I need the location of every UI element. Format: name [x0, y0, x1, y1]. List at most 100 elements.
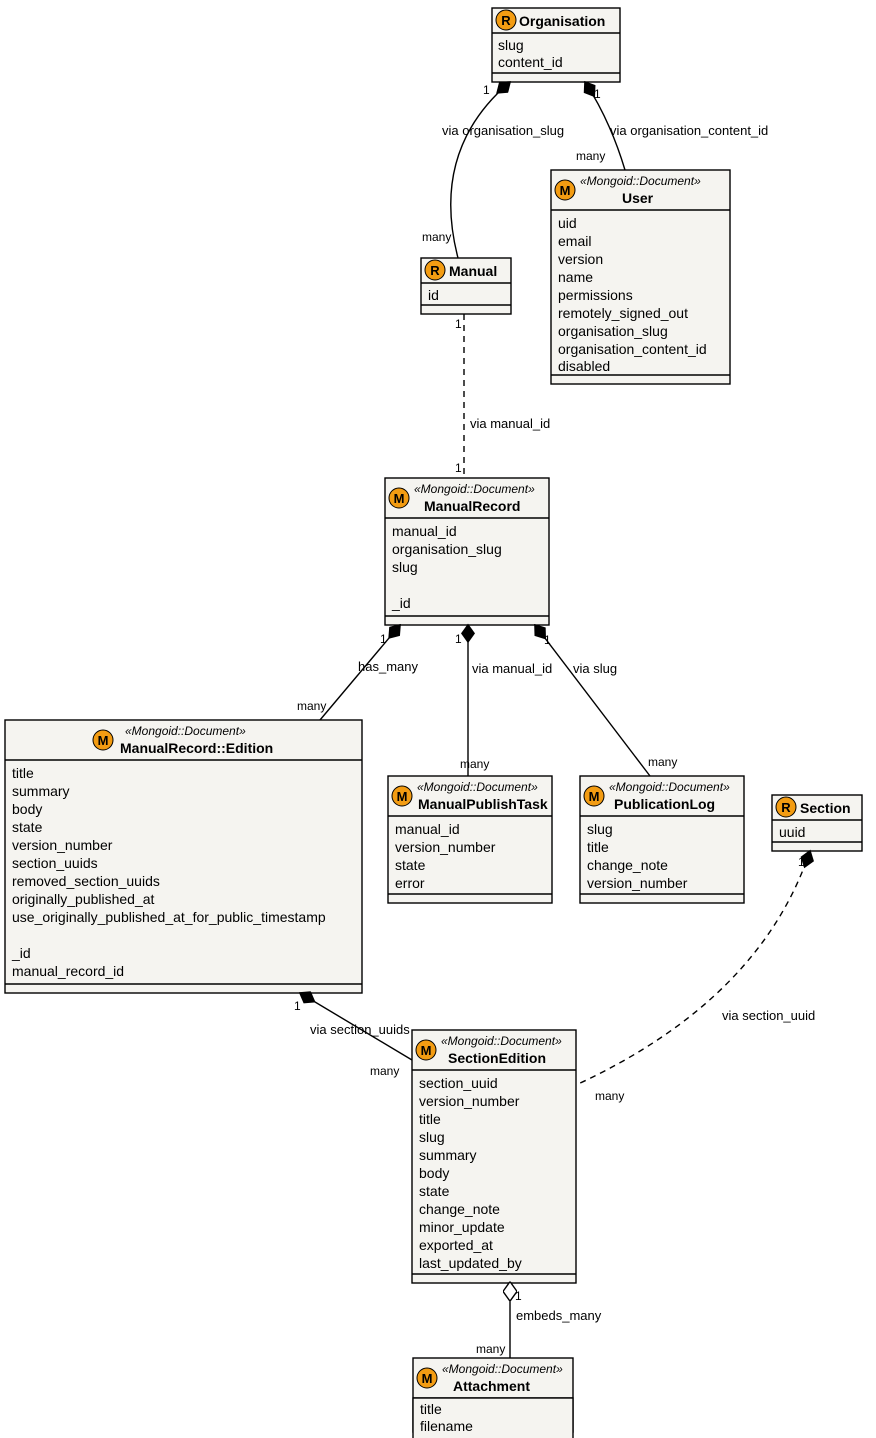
attr: name: [558, 269, 593, 285]
attr: disabled: [558, 358, 610, 374]
attr: summary: [12, 783, 70, 799]
mult: many: [297, 699, 326, 713]
attr: organisation_content_id: [558, 341, 707, 357]
mult: many: [476, 1342, 505, 1356]
attr: section_uuids: [12, 855, 98, 871]
attr: version_number: [395, 839, 496, 855]
attr: permissions: [558, 287, 633, 303]
attr: manual_record_id: [12, 963, 124, 979]
attr: error: [395, 875, 425, 891]
class-title: PublicationLog: [614, 796, 715, 812]
class-title: Organisation: [519, 13, 605, 29]
class-user: M «Mongoid::Document» User uid email ver…: [551, 170, 730, 384]
svg-text:M: M: [589, 789, 600, 804]
attr: organisation_slug: [392, 541, 502, 557]
attr: slug: [498, 37, 524, 53]
svg-text:M: M: [98, 733, 109, 748]
rel-label: via manual_id: [470, 416, 550, 431]
class-title: User: [622, 190, 654, 206]
attr: slug: [392, 559, 418, 575]
class-stereo: «Mongoid::Document»: [414, 482, 535, 496]
attr: uid: [558, 215, 577, 231]
attr: slug: [419, 1129, 445, 1145]
attr: title: [419, 1111, 441, 1127]
mult: many: [370, 1064, 399, 1078]
class-stereo: «Mongoid::Document»: [580, 174, 701, 188]
attr: uuid: [779, 824, 805, 840]
attr: version: [558, 251, 603, 267]
attr: version_number: [587, 875, 688, 891]
attr: version_number: [419, 1093, 520, 1109]
class-stereo: «Mongoid::Document»: [609, 780, 730, 794]
class-manualrecord: M «Mongoid::Document» ManualRecord manua…: [385, 478, 549, 625]
class-sectionedition: M «Mongoid::Document» SectionEdition sec…: [412, 1030, 576, 1283]
class-stereo: «Mongoid::Document»: [125, 724, 246, 738]
rel-org-manual: [451, 82, 510, 258]
rel-label: via section_uuids: [310, 1022, 410, 1037]
attr: state: [395, 857, 426, 873]
mult: many: [460, 757, 489, 771]
rel-label: via organisation_slug: [442, 123, 564, 138]
class-manual: R Manual id: [421, 258, 511, 314]
attr: change_note: [419, 1201, 500, 1217]
mult: 1: [798, 855, 805, 869]
class-title: ManualPublishTask: [418, 796, 548, 812]
class-title: SectionEdition: [448, 1050, 546, 1066]
mult: 1: [294, 999, 301, 1013]
attr: title: [12, 765, 34, 781]
mult: 1: [455, 317, 462, 331]
svg-text:R: R: [501, 13, 511, 28]
mult: 1: [483, 83, 490, 97]
attr: id: [428, 287, 439, 303]
attr: version_number: [12, 837, 113, 853]
attr: title: [420, 1401, 442, 1417]
class-publog: M «Mongoid::Document» PublicationLog slu…: [580, 776, 744, 903]
attr: removed_section_uuids: [12, 873, 160, 889]
mult: 1: [455, 461, 462, 475]
attr: manual_id: [392, 523, 457, 539]
class-organisation: R Organisation slug content_id: [492, 8, 620, 82]
attr: filename: [420, 1418, 473, 1434]
svg-text:R: R: [430, 263, 440, 278]
attr: remotely_signed_out: [558, 305, 688, 321]
mult: 1: [544, 633, 551, 647]
attr: slug: [587, 821, 613, 837]
class-title: ManualRecord: [424, 498, 520, 514]
class-stereo: «Mongoid::Document»: [417, 780, 538, 794]
class-section: R Section uuid: [772, 795, 862, 851]
rel-label: via manual_id: [472, 661, 552, 676]
svg-text:M: M: [560, 183, 571, 198]
attr: state: [12, 819, 43, 835]
attr: exported_at: [419, 1237, 493, 1253]
mult: 1: [515, 1289, 522, 1303]
attr: summary: [419, 1147, 477, 1163]
svg-text:M: M: [421, 1043, 432, 1058]
class-title: Attachment: [453, 1378, 530, 1394]
attr: title: [587, 839, 609, 855]
rel-label: via organisation_content_id: [610, 123, 768, 138]
attr: body: [12, 801, 42, 817]
mult: many: [576, 149, 605, 163]
mult: 1: [594, 87, 601, 101]
rel-label: via section_uuid: [722, 1008, 815, 1023]
class-stereo: «Mongoid::Document»: [441, 1034, 562, 1048]
mult: many: [422, 230, 451, 244]
attr: state: [419, 1183, 450, 1199]
attr: last_updated_by: [419, 1255, 522, 1271]
attr: content_id: [498, 54, 563, 70]
attr: change_note: [587, 857, 668, 873]
attr: _id: [11, 945, 31, 961]
class-stereo: «Mongoid::Document»: [442, 1362, 563, 1376]
attr: originally_published_at: [12, 891, 155, 907]
attr: _id: [391, 595, 411, 611]
svg-text:R: R: [781, 800, 791, 815]
attr: organisation_slug: [558, 323, 668, 339]
class-edition: M «Mongoid::Document» ManualRecord::Edit…: [5, 720, 362, 993]
mult: 1: [380, 632, 387, 646]
attr: minor_update: [419, 1219, 505, 1235]
svg-text:M: M: [394, 491, 405, 506]
class-title: Section: [800, 800, 851, 816]
attr: email: [558, 233, 591, 249]
attr: use_originally_published_at_for_public_t…: [12, 909, 326, 925]
svg-text:M: M: [422, 1371, 433, 1386]
